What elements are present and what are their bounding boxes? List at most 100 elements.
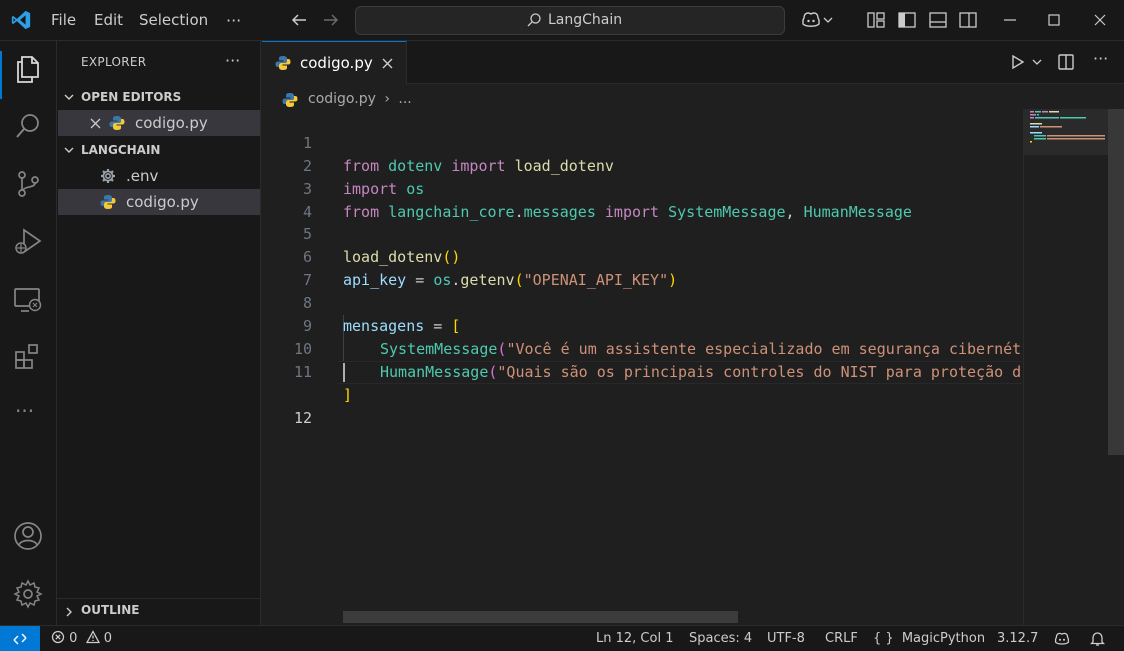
maximize-icon[interactable] <box>1044 10 1064 30</box>
braces-icon: { } <box>873 631 894 646</box>
outline-label: OUTLINE <box>81 603 140 617</box>
copilot-icon[interactable] <box>800 10 822 30</box>
file-item-env[interactable]: .env <box>58 163 260 189</box>
code-line: 1 from dotenv import load_dotenv <box>262 109 1022 175</box>
source-control-icon[interactable] <box>12 168 44 200</box>
code-line: 4 <box>262 178 1022 221</box>
command-center-search[interactable]: LangChain <box>355 6 785 35</box>
code-line: 6 api_key = os.getenv("OPENAI_API_KEY") <box>262 223 1022 289</box>
remote-explorer-icon[interactable] <box>12 284 44 316</box>
code-line: 3 from langchain_core.messages import Sy… <box>262 155 1022 221</box>
menu-file[interactable]: File <box>51 0 76 41</box>
language-mode[interactable]: { } MagicPython <box>873 626 985 651</box>
explorer-sidebar: EXPLORER ··· OPEN EDITORS codigo.py LANG… <box>57 41 261 625</box>
more-views-icon[interactable]: ··· <box>15 399 34 423</box>
back-arrow-icon[interactable] <box>289 10 309 30</box>
toggle-secondary-sidebar-icon[interactable] <box>958 10 978 30</box>
chevron-down-icon[interactable] <box>1031 56 1043 68</box>
copilot-icon[interactable] <box>1053 631 1071 647</box>
gear-icon <box>101 169 115 183</box>
settings-gear-icon[interactable] <box>12 578 44 610</box>
code-line: 7 <box>262 246 1022 289</box>
more-actions-icon[interactable]: ··· <box>1093 49 1108 68</box>
run-and-debug-icon[interactable] <box>12 225 44 257</box>
code-line: 8 mensagens = [ <box>262 269 1022 335</box>
status-bar: 0 0 Ln 12, Col 1 Spaces: 4 UTF-8 CRLF { … <box>0 625 1124 651</box>
horizontal-scrollbar[interactable] <box>343 611 738 623</box>
explorer-files-icon[interactable] <box>12 53 44 85</box>
line-number: 12 <box>293 408 312 427</box>
minimap[interactable] <box>1024 109 1108 155</box>
code-line: 2 import os <box>262 132 1022 198</box>
bell-icon[interactable] <box>1090 631 1105 647</box>
python-icon <box>109 116 125 130</box>
indentation[interactable]: Spaces: 4 <box>689 626 752 651</box>
customize-layout-icon[interactable] <box>866 10 886 30</box>
close-window-icon[interactable] <box>1090 10 1110 30</box>
langchain-folder-section[interactable]: LANGCHAIN <box>57 139 261 161</box>
chevron-down-icon[interactable] <box>822 10 834 30</box>
current-line-highlight <box>338 360 1022 384</box>
breadcrumb-file[interactable]: codigo.py <box>308 91 376 107</box>
chevron-down-icon <box>64 147 74 153</box>
problems-indicator[interactable]: 0 0 <box>51 626 112 651</box>
close-icon[interactable] <box>90 118 101 129</box>
file-label: .env <box>126 167 159 185</box>
code-line: 5 load_dotenv() <box>262 201 1022 266</box>
menu-more[interactable]: ··· <box>226 0 241 41</box>
text-cursor <box>343 362 345 382</box>
python-icon <box>275 56 291 70</box>
search-label: LangChain <box>548 12 623 28</box>
python-version[interactable]: 3.12.7 <box>997 626 1038 651</box>
code-editor[interactable]: codigo.py › ... 1 from dotenv import loa… <box>262 85 1124 625</box>
close-icon[interactable] <box>381 57 394 70</box>
vertical-scrollbar[interactable] <box>1108 109 1124 455</box>
end-of-line[interactable]: CRLF <box>825 626 858 651</box>
search-icon <box>527 13 541 27</box>
activity-bar: ··· <box>0 41 57 625</box>
vscode-logo-icon <box>11 10 31 30</box>
accounts-icon[interactable] <box>12 520 44 552</box>
explorer-more-actions[interactable]: ··· <box>225 51 240 70</box>
chevron-right-icon <box>66 607 72 617</box>
remote-icon <box>13 633 27 645</box>
cursor-position[interactable]: Ln 12, Col 1 <box>596 626 673 651</box>
open-editor-item[interactable]: codigo.py <box>58 110 260 136</box>
file-label: codigo.py <box>126 193 199 211</box>
extensions-icon[interactable] <box>12 341 44 373</box>
tab-label: codigo.py <box>300 54 373 72</box>
outline-section[interactable]: OUTLINE <box>57 598 261 625</box>
toggle-primary-sidebar-icon[interactable] <box>897 10 917 30</box>
active-indicator <box>0 51 2 99</box>
code-area[interactable]: 1 from dotenv import load_dotenv 2 impor… <box>262 109 1022 427</box>
warning-count: 0 <box>103 631 112 646</box>
editor-tabs-bar: codigo.py ··· <box>262 41 1124 84</box>
python-icon <box>282 93 298 107</box>
language-label: MagicPython <box>901 631 986 646</box>
forward-arrow-icon[interactable] <box>321 10 341 30</box>
menu-edit[interactable]: Edit <box>94 0 123 41</box>
split-editor-icon[interactable] <box>1057 53 1075 71</box>
code-line: 11 ] <box>262 338 1022 404</box>
toggle-panel-icon[interactable] <box>928 10 948 30</box>
remote-indicator[interactable] <box>0 626 40 651</box>
tab-codigo-py[interactable]: codigo.py <box>262 41 407 84</box>
code-line: 9 SystemMessage("Você é um assistente es… <box>262 292 1022 358</box>
code-line-current: 12 <box>262 360 1022 427</box>
encoding[interactable]: UTF-8 <box>767 626 805 651</box>
breadcrumb-more[interactable]: ... <box>398 91 411 107</box>
error-icon <box>51 630 65 644</box>
folder-label: LANGCHAIN <box>81 143 161 157</box>
python-icon <box>100 195 116 209</box>
open-editor-label: codigo.py <box>135 114 208 132</box>
open-editors-label: OPEN EDITORS <box>81 90 182 104</box>
run-python-file-icon[interactable] <box>1010 54 1026 70</box>
chevron-right-icon: › <box>384 91 390 107</box>
menu-selection[interactable]: Selection <box>139 0 208 41</box>
open-editors-section[interactable]: OPEN EDITORS <box>57 86 261 108</box>
search-icon[interactable] <box>12 110 44 142</box>
error-count: 0 <box>69 631 78 646</box>
file-item-codigo[interactable]: codigo.py <box>58 189 260 215</box>
minimize-icon[interactable] <box>1000 10 1020 30</box>
warning-icon <box>85 630 100 644</box>
